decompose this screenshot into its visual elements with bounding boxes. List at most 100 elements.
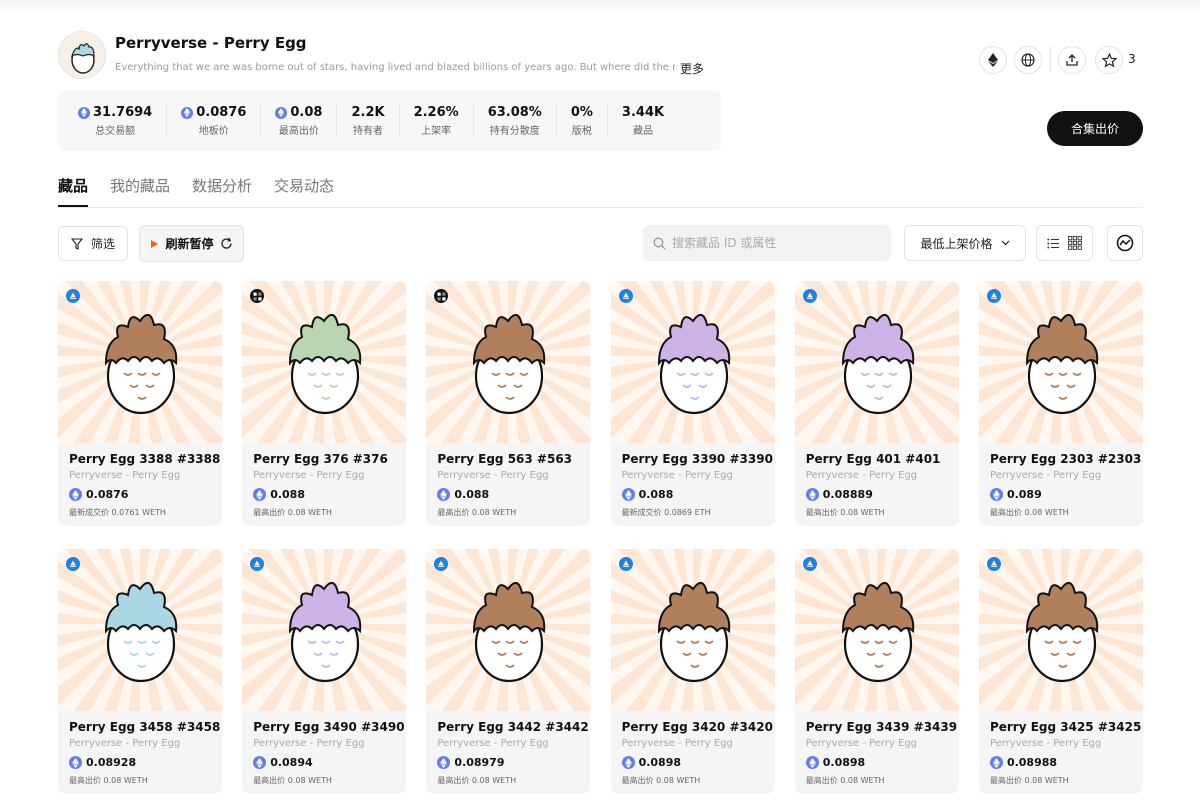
nft-image[interactable] [794, 281, 959, 443]
nft-collection: Perryverse - Perry Egg [69, 470, 181, 481]
nft-price: 0.088 [253, 488, 395, 501]
nft-collection: Perryverse - Perry Egg [805, 470, 918, 481]
stat-value: 31.7694 [93, 105, 153, 120]
grid-view-icon[interactable] [1068, 236, 1082, 250]
tab-items[interactable]: 藏品 [58, 175, 89, 207]
eth-icon [805, 756, 819, 769]
opensea-icon [986, 557, 1001, 571]
price-value: 0.08928 [86, 756, 137, 769]
nft-card[interactable]: Perry Egg 3425 #3425 Perryverse - Perry … [978, 549, 1143, 794]
nft-card[interactable]: Perry Egg 2303 #2303 Perryverse - Perry … [978, 281, 1143, 526]
nft-image[interactable] [242, 549, 407, 711]
stat-floor-price: 0.0876 地板价 [167, 105, 262, 137]
stats-bar: 31.7694 总交易额 0.0876 地板价 0.08 最高出价 2.2K 持… [58, 91, 721, 151]
nft-card[interactable]: Perry Egg 3420 #3420 Perryverse - Perry … [610, 549, 775, 794]
stat-unique-owners: 63.08% 持有分散度 [474, 105, 557, 137]
stat-label: 持有者 [353, 126, 384, 137]
collection-description: Everything that we are was borne out of … [115, 62, 675, 73]
eth-icon [253, 756, 267, 769]
eth-icon [78, 106, 90, 119]
nft-card[interactable]: Perry Egg 563 #563 Perryverse - Perry Eg… [426, 281, 591, 526]
nft-card[interactable]: Perry Egg 3390 #3390 Perryverse - Perry … [610, 281, 775, 526]
nft-image[interactable] [794, 549, 959, 711]
nft-image[interactable] [610, 549, 775, 711]
stat-label: 藏品 [633, 126, 653, 137]
nft-name: Perry Egg 3439 #3439 [805, 720, 958, 734]
eth-icon [989, 488, 1003, 501]
nft-subprice: 最高出价 0.08 WETH [805, 508, 885, 517]
nft-card[interactable]: Perry Egg 3490 #3490 Perryverse - Perry … [242, 549, 407, 794]
nft-collection: Perryverse - Perry Egg [437, 470, 549, 481]
collection-logo [58, 31, 106, 79]
nft-name: Perry Egg 376 #376 [253, 452, 388, 466]
nft-name: Perry Egg 3458 #3458 [69, 720, 221, 734]
nft-image[interactable] [978, 281, 1143, 443]
tab-analytics[interactable]: 数据分析 [192, 175, 252, 207]
activity-chart-button[interactable] [1107, 225, 1143, 261]
item-grid: Perry Egg 3388 #3388 Perryverse - Perry … [58, 281, 1143, 794]
price-value: 0.088 [638, 488, 674, 501]
stat-listed-ratio: 2.26% 上架率 [400, 105, 474, 137]
nft-card[interactable]: Perry Egg 3458 #3458 Perryverse - Perry … [58, 549, 222, 794]
nft-name: Perry Egg 3420 #3420 [621, 720, 773, 734]
ethereum-icon[interactable] [979, 46, 1007, 74]
opensea-icon [66, 557, 80, 571]
eth-icon [69, 756, 82, 769]
stat-label: 地板价 [198, 126, 229, 137]
nft-card[interactable]: Perry Egg 3388 #3388 Perryverse - Perry … [58, 281, 222, 526]
nft-subprice: 最高出价 0.08 WETH [621, 776, 701, 785]
stat-value: 2.26% [413, 105, 459, 120]
view-toggle [1036, 225, 1093, 261]
nft-card[interactable]: Perry Egg 3439 #3439 Perryverse - Perry … [794, 549, 959, 794]
nft-collection: Perryverse - Perry Egg [989, 738, 1102, 749]
nft-name: Perry Egg 3442 #3442 [437, 720, 589, 734]
refresh-pause-button[interactable]: 刷新暂停 [139, 225, 244, 262]
nft-image[interactable] [426, 281, 591, 443]
stat-label: 最高出价 [278, 126, 319, 137]
more-link[interactable]: 更多 [680, 60, 704, 77]
filter-button[interactable]: 筛选 [58, 226, 128, 261]
nft-image[interactable] [610, 281, 775, 443]
price-value: 0.088 [454, 488, 490, 501]
share-icon[interactable] [1058, 46, 1086, 74]
nft-price: 0.088 [621, 488, 764, 501]
nft-name: Perry Egg 3490 #3490 [253, 720, 405, 734]
nft-price: 0.08988 [989, 756, 1132, 769]
nft-subprice: 最高出价 0.08 WETH [437, 776, 517, 785]
nft-name: Perry Egg 3388 #3388 [69, 452, 221, 466]
refresh-label: 刷新暂停 [165, 237, 214, 251]
price-value: 0.0898 [638, 756, 682, 769]
price-value: 0.0876 [86, 488, 129, 501]
sort-dropdown[interactable]: 最低上架价格 [904, 225, 1026, 261]
search-input[interactable] [672, 236, 872, 250]
star-icon[interactable] [1095, 46, 1123, 74]
nft-image[interactable] [242, 281, 407, 443]
eth-icon [181, 106, 194, 119]
nft-subprice: 最高出价 0.08 WETH [253, 508, 332, 517]
stat-label: 持有分散度 [489, 126, 540, 137]
tab-my-items[interactable]: 我的藏品 [110, 175, 170, 207]
nft-subprice: 最新成交价 0.0869 ETH [621, 508, 711, 517]
stat-value: 2.2K [351, 105, 385, 120]
eth-icon [989, 756, 1003, 769]
tab-activity[interactable]: 交易动态 [274, 175, 334, 207]
nft-collection: Perryverse - Perry Egg [805, 738, 918, 749]
eth-icon [275, 106, 288, 119]
nft-image[interactable] [978, 549, 1143, 711]
nft-image[interactable] [58, 549, 222, 711]
nft-image[interactable] [58, 281, 222, 443]
collection-offer-button[interactable]: 合集出价 [1047, 111, 1143, 146]
opensea-icon [66, 289, 80, 303]
list-view-icon[interactable] [1047, 238, 1060, 249]
globe-icon[interactable] [1014, 46, 1042, 74]
nft-card[interactable]: Perry Egg 3442 #3442 Perryverse - Perry … [426, 549, 591, 794]
stat-top-offer: 0.08 最高出价 [261, 105, 338, 137]
nft-card[interactable]: Perry Egg 376 #376 Perryverse - Perry Eg… [242, 281, 407, 526]
nft-price: 0.0894 [253, 756, 395, 769]
nft-card[interactable]: Perry Egg 401 #401 Perryverse - Perry Eg… [794, 281, 959, 526]
tab-divider [58, 207, 1143, 208]
chevron-down-icon [1001, 240, 1009, 246]
eth-icon [437, 756, 451, 769]
nft-image[interactable] [426, 549, 591, 711]
nft-name: Perry Egg 2303 #2303 [989, 452, 1142, 466]
